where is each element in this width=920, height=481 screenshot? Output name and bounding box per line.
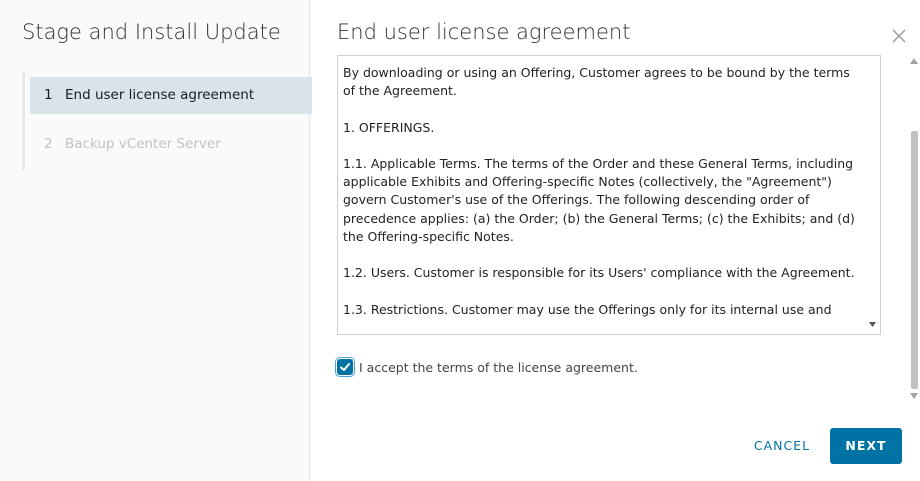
step-label: Backup vCenter Server — [65, 136, 221, 152]
scroll-down-arrow-icon[interactable] — [869, 322, 876, 327]
eula-text-area[interactable]: By downloading or using an Offering, Cus… — [337, 55, 881, 335]
eula-content: By downloading or using an Offering, Cus… — [343, 64, 863, 334]
cancel-button[interactable]: CANCEL — [739, 428, 825, 464]
next-button[interactable]: NEXT — [830, 428, 902, 464]
eula-paragraph: 1.2. Users. Customer is responsible for … — [343, 265, 855, 281]
accept-terms-checkbox[interactable] — [335, 357, 355, 377]
scrollbar-thumb[interactable] — [911, 131, 918, 389]
wizard-sidebar: Stage and Install Update 1 End user lice… — [0, 0, 312, 481]
step-eula[interactable]: 1 End user license agreement — [30, 77, 312, 114]
scroll-up-arrow-icon[interactable] — [910, 58, 918, 64]
scroll-down-arrow-icon[interactable] — [910, 393, 918, 399]
eula-scrollbar[interactable] — [865, 56, 880, 334]
eula-paragraph: By downloading or using an Offering, Cus… — [343, 65, 850, 99]
dialog-title: End user license agreement — [337, 20, 631, 44]
eula-paragraph: 1.3. Restrictions. Customer may use the … — [343, 301, 832, 317]
accept-terms-label[interactable]: I accept the terms of the license agreem… — [359, 360, 638, 375]
wizard-title: Stage and Install Update — [22, 20, 281, 44]
checkmark-icon — [340, 363, 350, 371]
step-number: 1 — [44, 87, 53, 103]
step-label: End user license agreement — [65, 87, 255, 103]
step-backup-vcenter: 2 Backup vCenter Server — [30, 126, 312, 163]
eula-paragraph: 1.1. Applicable Terms. The terms of the … — [343, 155, 855, 244]
dialog-scrollbar[interactable] — [908, 55, 920, 402]
close-icon[interactable] — [890, 27, 908, 45]
step-number: 2 — [44, 136, 53, 152]
wizard-steps: 1 End user license agreement 2 Backup vC… — [22, 71, 312, 170]
eula-paragraph: 1. OFFERINGS. — [343, 119, 435, 135]
